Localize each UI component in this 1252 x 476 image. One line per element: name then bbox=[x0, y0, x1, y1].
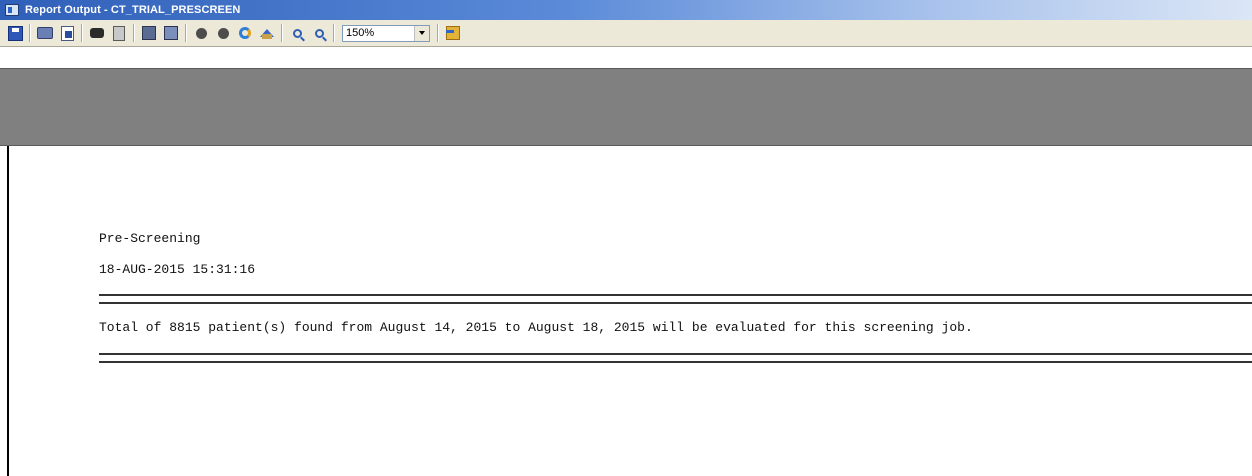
report-timestamp: 18-AUG-2015 15:31:16 bbox=[99, 262, 256, 277]
report-title: Pre-Screening bbox=[99, 231, 201, 246]
chevron-down-icon[interactable] bbox=[414, 25, 429, 41]
title-bar: Report Output - CT_TRIAL_PRESCREEN bbox=[0, 0, 1252, 20]
zoom-in-button[interactable] bbox=[311, 25, 327, 41]
toolbar-separator bbox=[133, 24, 135, 42]
exit-button[interactable] bbox=[445, 25, 461, 41]
toolbar-separator bbox=[185, 24, 187, 42]
next-page-button[interactable] bbox=[163, 25, 179, 41]
find-button[interactable] bbox=[89, 25, 105, 41]
exit-icon bbox=[446, 26, 460, 40]
print-preview-icon bbox=[60, 25, 74, 41]
print-icon bbox=[37, 27, 53, 39]
print-button[interactable] bbox=[37, 25, 53, 41]
home-icon bbox=[260, 29, 274, 37]
refresh-icon bbox=[239, 27, 251, 39]
zoom-in-icon bbox=[314, 28, 324, 38]
app-icon bbox=[5, 4, 19, 16]
stop-icon bbox=[195, 27, 207, 39]
toolbar-separator bbox=[333, 24, 335, 42]
record-icon bbox=[217, 27, 229, 39]
stop-button[interactable] bbox=[193, 25, 209, 41]
toolbar-separator bbox=[29, 24, 31, 42]
document-button[interactable] bbox=[111, 25, 127, 41]
double-rule-divider bbox=[99, 353, 1252, 363]
report-page: Pre-Screening 18-AUG-2015 15:31:16 Total… bbox=[7, 146, 1252, 476]
find-icon bbox=[90, 28, 104, 38]
toolbar-separator bbox=[437, 24, 439, 42]
window-title: Report Output - CT_TRIAL_PRESCREEN bbox=[25, 4, 241, 16]
refresh-button[interactable] bbox=[237, 25, 253, 41]
zoom-out-button[interactable] bbox=[289, 25, 305, 41]
next-page-icon bbox=[164, 26, 178, 40]
viewer-background bbox=[0, 68, 1252, 146]
zoom-value: 150% bbox=[346, 27, 375, 39]
first-page-button[interactable] bbox=[141, 25, 157, 41]
toolbar: 150% bbox=[0, 20, 1252, 47]
save-button[interactable] bbox=[7, 25, 23, 41]
double-rule-divider bbox=[99, 294, 1252, 304]
zoom-out-icon bbox=[292, 28, 302, 38]
toolbar-separator bbox=[81, 24, 83, 42]
document-icon bbox=[113, 25, 125, 41]
zoom-select[interactable]: 150% bbox=[342, 24, 430, 42]
report-output-window: Report Output - CT_TRIAL_PRESCREEN 150% … bbox=[0, 0, 1252, 476]
report-summary: Total of 8815 patient(s) found from Augu… bbox=[99, 320, 973, 335]
toolbar-separator bbox=[281, 24, 283, 42]
save-icon bbox=[7, 25, 23, 41]
home-button[interactable] bbox=[259, 25, 275, 41]
first-page-icon bbox=[142, 26, 156, 40]
print-preview-button[interactable] bbox=[59, 25, 75, 41]
record-button[interactable] bbox=[215, 25, 231, 41]
